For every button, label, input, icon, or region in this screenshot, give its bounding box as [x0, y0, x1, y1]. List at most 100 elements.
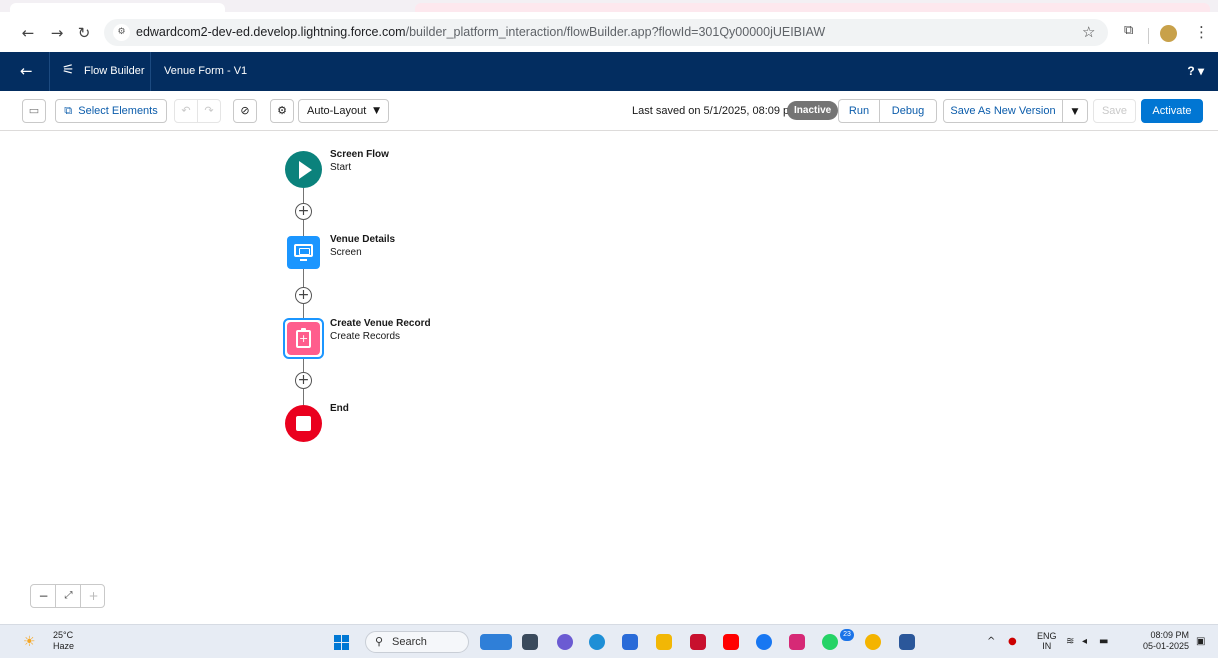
chevron-down-icon: ▼ [1071, 107, 1079, 117]
debug-button[interactable]: Debug [879, 99, 937, 123]
address-bar[interactable]: ⚙ edwardcom2-dev-ed.develop.lightning.fo… [104, 19, 1108, 46]
add-element-button[interactable]: + [295, 287, 312, 304]
screen-icon [294, 244, 313, 257]
region-code: IN [1042, 641, 1052, 651]
weather-icon[interactable]: ☀ [23, 634, 36, 650]
windows-taskbar: ☀ 25°C Haze ⚲ Search 23 ^ ● ENG IN ≋ ◂ ▬ 0… [0, 624, 1218, 658]
node-title: Venue Details [330, 234, 396, 245]
word-icon[interactable] [899, 634, 915, 650]
weather-widget[interactable]: 25°C Haze [53, 630, 74, 652]
fit-view-button[interactable]: ⤢ [56, 585, 81, 607]
redo-button[interactable]: ↷ [197, 99, 221, 123]
taskbar-search[interactable]: ⚲ Search [365, 631, 469, 653]
undo-button[interactable]: ↶ [174, 99, 198, 123]
zoom-out-button[interactable]: − [31, 585, 56, 607]
header-divider [49, 52, 50, 91]
create-records-node[interactable]: + [287, 322, 320, 355]
bookmark-star-icon[interactable]: ☆ [1082, 23, 1095, 41]
app-name: Flow Builder [84, 65, 145, 77]
extensions-icon[interactable]: ⧉ [1124, 23, 1133, 38]
browser-tab[interactable] [10, 3, 225, 12]
battery-icon[interactable]: ▬ [1099, 636, 1108, 647]
back-arrow-icon[interactable]: ← [18, 23, 38, 43]
start-node[interactable] [285, 151, 322, 188]
facebook-icon[interactable] [756, 634, 772, 650]
node-subtitle: Start [330, 162, 352, 173]
language-indicator[interactable]: ENG IN [1037, 631, 1057, 651]
temperature: 25°C [53, 630, 74, 640]
settings-button[interactable]: ⚙ [270, 99, 294, 123]
widgets-app-icon[interactable] [480, 634, 512, 650]
whatsapp-icon[interactable] [822, 634, 838, 650]
back-icon[interactable]: ← [20, 62, 33, 80]
run-button[interactable]: Run [838, 99, 880, 123]
file-explorer-icon[interactable] [656, 634, 672, 650]
weather-condition: Haze [53, 641, 75, 651]
wifi-icon[interactable]: ≋ [1066, 636, 1074, 647]
url-text[interactable]: edwardcom2-dev-ed.develop.lightning.forc… [136, 25, 825, 39]
gear-icon: ⚙ [277, 104, 287, 117]
node-title: End [330, 403, 349, 414]
layout-mode-label: Auto-Layout [307, 105, 367, 117]
tray-overflow-icon[interactable]: ^ [987, 636, 995, 647]
browser-tab-strip [0, 0, 1218, 12]
end-node[interactable] [285, 405, 322, 442]
select-elements-button[interactable]: ⧉ Select Elements [55, 99, 167, 123]
windows-start-icon[interactable] [334, 635, 349, 650]
help-menu[interactable]: ? ▾ [1187, 64, 1204, 78]
mcafee-icon[interactable] [690, 634, 706, 650]
zoom-controls: − ⤢ + [30, 584, 105, 608]
errors-button[interactable]: ⊘ [233, 99, 257, 123]
flow-name: Venue Form - V1 [164, 65, 248, 77]
site-settings-icon[interactable]: ⚙ [113, 24, 130, 41]
notification-icon[interactable]: ▣ [1196, 636, 1205, 647]
stop-icon [296, 416, 311, 431]
zoom-in-button[interactable]: + [81, 585, 106, 607]
flow-builder-icon: ⚟ [62, 62, 75, 78]
activate-button[interactable]: Activate [1141, 99, 1203, 123]
play-icon [299, 161, 312, 179]
edge-icon[interactable] [589, 634, 605, 650]
browser-menu-icon[interactable]: ⋮ [1194, 23, 1209, 41]
toggle-panel-button[interactable]: ▭ [22, 99, 46, 123]
redo-icon: ↷ [204, 104, 214, 117]
add-element-button[interactable]: + [295, 203, 312, 220]
reload-icon[interactable]: ↻ [74, 23, 94, 43]
ban-icon: ⊘ [240, 104, 250, 117]
select-elements-icon: ⧉ [64, 104, 73, 117]
node-title: Create Venue Record [330, 318, 431, 329]
add-element-button[interactable]: + [295, 372, 312, 389]
header-divider [150, 52, 151, 91]
browser-tab-active[interactable] [415, 3, 1210, 12]
select-elements-label: Select Elements [78, 105, 158, 117]
copilot-icon[interactable] [557, 634, 573, 650]
forward-arrow-icon[interactable]: → [47, 23, 67, 43]
node-title: Screen Flow [330, 149, 389, 160]
url-host: edwardcom2-dev-ed.develop.lightning.forc… [136, 25, 406, 39]
create-records-node-selected[interactable]: + [283, 318, 324, 359]
instagram-icon[interactable] [789, 634, 805, 650]
store-icon[interactable] [622, 634, 638, 650]
undo-icon: ↶ [181, 104, 191, 117]
profile-avatar[interactable] [1160, 25, 1177, 42]
chrome-icon[interactable] [865, 634, 881, 650]
search-label: Search [392, 636, 427, 648]
task-view-icon[interactable] [522, 634, 538, 650]
browser-toolbar: ← → ↻ ⚙ edwardcom2-dev-ed.develop.lightn… [0, 12, 1218, 52]
system-clock[interactable]: 08:09 PM 05-01-2025 [1133, 630, 1189, 652]
save-button[interactable]: Save [1093, 99, 1136, 123]
node-subtitle: Screen [330, 247, 362, 258]
builder-toolbar: ▭ ⧉ Select Elements ↶ ↷ ⊘ ⚙ Auto-Layout ▼… [0, 91, 1218, 131]
save-as-new-version-button[interactable]: Save As New Version [943, 99, 1063, 123]
windows-logo-pane [342, 635, 349, 642]
flow-canvas[interactable]: Screen Flow Start + Venue Details Screen… [0, 132, 1218, 624]
layout-dropdown[interactable]: Auto-Layout ▼ [298, 99, 389, 123]
volume-icon[interactable]: ◂ [1082, 636, 1087, 647]
youtube-icon[interactable] [723, 634, 739, 650]
screen-node[interactable] [287, 236, 320, 269]
save-options-dropdown[interactable]: ▼ [1062, 99, 1088, 123]
panel-icon: ▭ [28, 104, 40, 117]
security-tray-icon[interactable]: ● [1008, 636, 1017, 647]
node-subtitle: Create Records [330, 331, 401, 342]
screen-stand [300, 259, 307, 261]
